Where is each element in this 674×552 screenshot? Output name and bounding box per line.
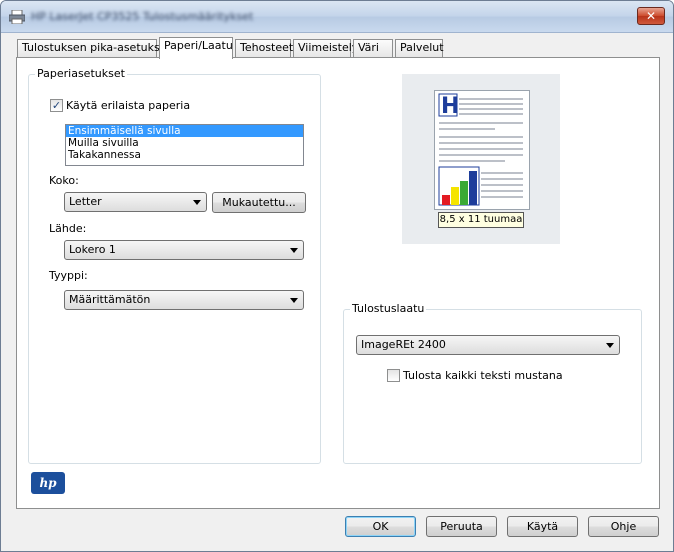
list-item-first-page[interactable]: Ensimmäisellä sivulla [66,125,303,137]
paper-preview: H 8,5 x 11 tuumaa [402,74,560,244]
chevron-down-icon [290,298,298,303]
tab-effects[interactable]: Tehosteet [235,39,293,57]
type-select[interactable]: Määrittämätön [64,290,304,310]
print-quality-select[interactable]: ImageREt 2400 [356,335,620,355]
close-button[interactable]: ✕ [637,7,665,25]
apply-button[interactable]: Käytä [507,516,578,537]
chevron-down-icon [606,343,614,348]
paper-size-readout: 8,5 x 11 tuumaa [438,212,524,228]
list-item-back-cover[interactable]: Takakannessa [66,149,303,161]
tab-quick-settings[interactable]: Tulostuksen pika-asetukset [17,39,171,57]
black-text-checkbox[interactable] [387,369,400,382]
title-bar: HP LaserJet CP3525 Tulostusmääritykset ✕ [1,1,673,33]
source-select-value: Lokero 1 [69,243,116,256]
hp-logo: hp [31,472,65,494]
use-different-paper-label: Käytä erilaista paperia [66,99,191,112]
printer-icon [9,10,25,24]
ok-button[interactable]: OK [345,516,416,537]
size-label: Koko: [49,174,79,187]
page-preview: H [434,90,530,210]
cancel-button[interactable]: Peruuta [426,516,497,537]
black-text-label: Tulosta kaikki teksti mustana [403,369,563,382]
source-select[interactable]: Lokero 1 [64,240,304,260]
tab-services[interactable]: Palvelut [395,39,444,57]
window-title: HP LaserJet CP3525 Tulostusmääritykset [31,10,254,23]
print-properties-window: HP LaserJet CP3525 Tulostusmääritykset ✕… [0,0,674,552]
tab-paper-quality[interactable]: Paperi/Laatu [159,37,233,59]
type-select-value: Määrittämätön [69,293,151,306]
chart-bar-yellow [451,187,459,205]
pages-listbox[interactable]: Ensimmäisellä sivulla Muilla sivuilla Ta… [65,124,304,166]
chevron-down-icon [290,248,298,253]
source-label: Lähde: [49,222,87,235]
print-quality-value: ImageREt 2400 [361,338,446,351]
print-quality-label: Tulostuslaatu [350,302,427,315]
custom-size-button[interactable]: Mukautettu... [212,192,306,213]
chart-bar-green [460,181,468,205]
svg-text:H: H [441,94,459,119]
type-label: Tyyppi: [49,269,88,282]
use-different-paper-checkbox[interactable]: ✓ [50,99,63,112]
size-select-value: Letter [69,195,102,208]
list-item-other-pages[interactable]: Muilla sivuilla [66,137,303,149]
chart-bar-red [442,195,450,205]
paper-options-label: Paperiasetukset [35,67,127,80]
page-preview-graphic: H [438,93,523,206]
chevron-down-icon [193,200,201,205]
size-select[interactable]: Letter [64,192,207,212]
print-quality-group: Tulostuslaatu [343,302,642,464]
help-button[interactable]: Ohje [588,516,659,537]
tab-finishing[interactable]: Viimeistely [293,39,358,57]
chart-bar-blue [469,171,477,205]
paper-quality-panel: Paperiasetukset ✓ Käytä erilaista paperi… [16,57,660,509]
tab-color[interactable]: Väri [353,39,393,57]
